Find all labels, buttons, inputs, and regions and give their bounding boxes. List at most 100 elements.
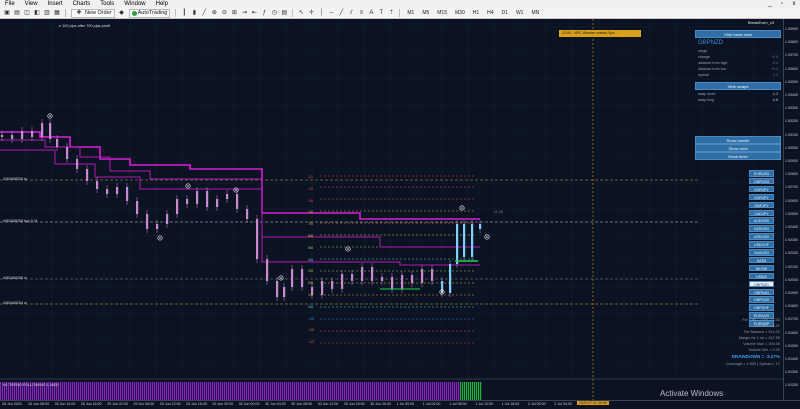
histogram-bar <box>478 382 480 400</box>
time-tick-label: 30 Jun 20:00 <box>370 402 391 406</box>
line-chart-icon[interactable]: ╱ <box>200 9 208 17</box>
symbol-button-usdcad[interactable]: USDCAD <box>749 233 774 240</box>
horizontal-line-icon[interactable]: ─ <box>327 9 335 17</box>
timeframe-mn[interactable]: MN <box>531 10 539 16</box>
symbol-button-nzd4[interactable]: NZD4 <box>749 256 774 264</box>
show-area-button[interactable]: Show area <box>695 144 781 152</box>
new-order-button[interactable]: ✚ New Order <box>71 8 115 18</box>
menu-file[interactable]: File <box>0 0 20 8</box>
label-icon[interactable]: T <box>377 9 385 17</box>
histogram-bar <box>118 382 120 400</box>
cursor-icon[interactable]: ↖ <box>297 9 305 17</box>
histogram-bar <box>466 382 468 400</box>
histogram-bar <box>460 382 462 400</box>
zoom-in-icon[interactable]: ⊕ <box>210 9 218 17</box>
timeframe-m5[interactable]: M5 <box>422 10 429 16</box>
channel-icon[interactable]: ⫽ <box>347 9 355 17</box>
menu-window[interactable]: Window <box>119 0 150 8</box>
symbol-button-nky95[interactable]: NKY95 <box>749 264 774 272</box>
time-tick-label: 26 Jun 16:00 <box>80 402 102 406</box>
histogram-bar <box>350 382 352 400</box>
histogram-bar <box>464 382 466 400</box>
histogram-bar <box>154 382 156 400</box>
arrows-icon[interactable]: ⇡ <box>387 9 395 17</box>
trendline-icon[interactable]: ╱ <box>337 9 345 17</box>
order-label-sl: #363468288 sl <box>3 276 27 280</box>
drawdown-value: DRAWDOWN = -3.27% <box>731 354 780 359</box>
chart-shift-icon[interactable]: ⇤ <box>250 9 258 17</box>
symbol-button-gbpaud[interactable]: GBPAUD <box>749 288 774 295</box>
autotrading-button[interactable]: AutoTrading <box>128 8 171 18</box>
histogram-bar <box>434 382 436 400</box>
timeframe-h1[interactable]: H1 <box>473 10 479 16</box>
crosshair-icon[interactable]: ✛ <box>307 9 315 17</box>
zoom-out-icon[interactable]: ⊖ <box>220 9 228 17</box>
show-timer-button[interactable]: Show timer <box>695 152 781 160</box>
market-watch-icon[interactable]: ◫ <box>23 9 31 17</box>
strategy-tester-icon[interactable]: ▦ <box>53 9 61 17</box>
side-value: 11.26 <box>494 210 503 214</box>
vertical-line-icon[interactable]: │ <box>317 9 325 17</box>
hide-swaps-button[interactable]: Hide swaps <box>695 82 781 90</box>
templates-icon[interactable]: ▤ <box>280 9 288 17</box>
price-axis[interactable]: 1.93900 1.93800 1.93700 1.93600 1.93500 1.934… <box>783 19 800 400</box>
hide-basic-data-button[interactable]: Hide basic data <box>695 30 781 38</box>
symbol-button-eurjpy[interactable]: EURJPY <box>749 185 774 193</box>
symbol-button-usdchf[interactable]: USDCHF <box>749 241 774 248</box>
symbol-button-eurjpy[interactable]: EURJPY <box>749 193 774 201</box>
menu-help[interactable]: Help <box>151 0 173 8</box>
new-chart-icon[interactable]: ▣ <box>3 9 11 17</box>
symbol-button-cadjpy[interactable]: CADJPY <box>749 209 774 216</box>
menu-charts[interactable]: Charts <box>68 0 96 8</box>
menu-insert[interactable]: Insert <box>43 0 68 8</box>
chart-canvas[interactable] <box>0 19 783 400</box>
histogram-bar <box>132 382 134 400</box>
candle-body <box>206 191 209 207</box>
timeframe-w1[interactable]: W1 <box>516 10 524 16</box>
periods-icon[interactable]: ◷ <box>270 9 278 17</box>
menu-tools[interactable]: Tools <box>95 0 119 8</box>
timeframe-d1[interactable]: D1 <box>502 10 508 16</box>
symbol-button-gbpusd[interactable]: GBPUSD <box>749 177 774 185</box>
histogram-bar <box>90 382 92 400</box>
timeframe-m30[interactable]: M30 <box>455 10 465 16</box>
time-axis[interactable]: 26 Jun 2020 26 Jun 08:00 26 Jun 14:00 26 Ju… <box>0 400 800 409</box>
candlestick-icon[interactable]: ▮ <box>190 9 198 17</box>
candle-body <box>66 147 69 159</box>
auto-scroll-icon[interactable]: ⇥ <box>240 9 248 17</box>
restore-button[interactable]: ▫ <box>776 0 788 8</box>
histogram-bar <box>62 382 64 400</box>
symbol-button-gbpjpy[interactable]: GBPJPY <box>749 201 774 209</box>
indicators-icon[interactable]: ƒ <box>260 9 268 17</box>
close-button[interactable]: x <box>788 0 800 8</box>
candle-body <box>276 281 279 297</box>
metaeditor-icon[interactable]: ◆ <box>118 9 126 17</box>
price-tick-label: 1.92900 <box>785 159 798 163</box>
minimize-button[interactable]: _ <box>764 0 776 8</box>
symbol-button-us500[interactable]: US500 <box>749 272 774 280</box>
symbol-button-gbpnzd[interactable]: GBPNZD <box>749 280 774 288</box>
price-chart[interactable] <box>0 19 783 400</box>
bar-chart-icon[interactable]: ┃ <box>180 9 188 17</box>
histogram-bar <box>328 382 330 400</box>
timeframe-h4[interactable]: H4 <box>487 10 493 16</box>
symbol-button-gbpchf[interactable]: GBPCHF <box>749 304 774 311</box>
symbol-button-gbpcad[interactable]: GBPCAD <box>749 296 774 303</box>
symbol-button-audusd[interactable]: AUDUSD <box>749 217 774 224</box>
menu-view[interactable]: View <box>20 0 43 8</box>
timeframe-m15[interactable]: M15 <box>437 10 447 16</box>
price-tick-label: 1.92300 <box>785 238 798 243</box>
symbol-button-nzdusd[interactable]: NZDUSD <box>749 225 774 232</box>
text-icon[interactable]: A <box>367 9 375 17</box>
show-candle-button[interactable]: Show candle <box>695 136 781 144</box>
symbol-button-eurusd[interactable]: EURUSD <box>749 170 774 177</box>
histogram-bar <box>390 382 392 400</box>
histogram-bar <box>360 382 362 400</box>
navigator-icon[interactable]: ◧ <box>33 9 41 17</box>
profiles-icon[interactable]: ▤ <box>13 9 21 17</box>
fibonacci-icon[interactable]: ≡ <box>357 9 365 17</box>
tile-windows-icon[interactable]: ⊞ <box>230 9 238 17</box>
symbol-button-xauusd[interactable]: XAUUSD <box>749 249 774 256</box>
timeframe-m1[interactable]: M1 <box>407 10 414 16</box>
terminal-icon[interactable]: ▥ <box>43 9 51 17</box>
